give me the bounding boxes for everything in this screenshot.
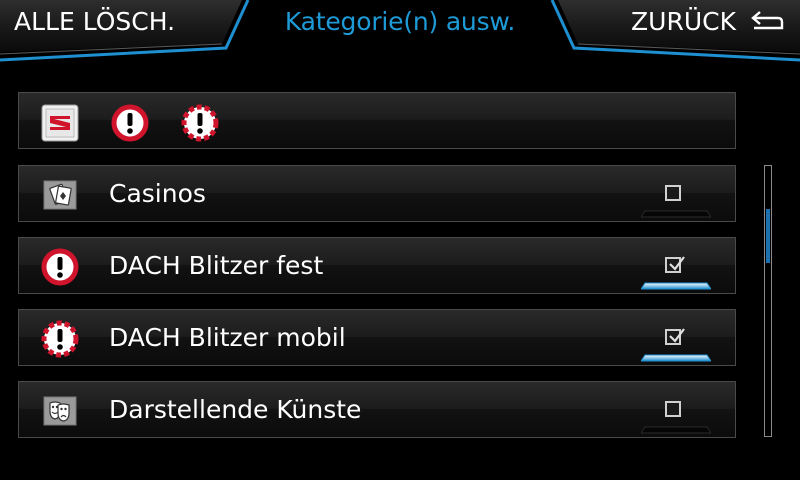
category-label: Darstellende Künste	[109, 395, 362, 424]
selected-categories-bar	[18, 92, 736, 149]
scrollbar-thumb[interactable]	[766, 209, 770, 263]
checkbox-underline	[641, 426, 711, 434]
speed-camera-fixed-icon	[111, 104, 149, 142]
speed-camera-fixed-icon	[41, 248, 79, 286]
checkbox-underline-active	[641, 354, 711, 362]
checkmark-icon	[669, 256, 685, 271]
category-label: DACH Blitzer mobil	[109, 323, 346, 352]
category-row-dach-blitzer-fest[interactable]: DACH Blitzer fest	[18, 237, 736, 294]
back-arrow-icon	[751, 11, 784, 30]
theater-masks-icon	[41, 394, 79, 428]
back-button[interactable]: ZURÜCK	[631, 0, 784, 44]
checkbox-underline-active	[641, 282, 711, 290]
category-label: Casinos	[109, 179, 206, 208]
casino-cards-icon	[41, 178, 79, 212]
back-button-label: ZURÜCK	[631, 7, 736, 36]
speed-camera-mobile-icon	[41, 320, 79, 358]
category-checkbox-checked[interactable]	[665, 256, 685, 273]
category-checkbox[interactable]	[665, 185, 681, 201]
category-row-dach-blitzer-mobil[interactable]: DACH Blitzer mobil	[18, 309, 736, 366]
speed-camera-mobile-icon	[181, 104, 219, 142]
header-bar: ALLE LÖSCH. Kategorie(n) ausw. ZURÜCK	[0, 0, 800, 70]
category-checkbox-checked[interactable]	[665, 328, 685, 345]
category-checkbox[interactable]	[665, 401, 681, 417]
checkbox-underline	[641, 210, 711, 218]
category-row-casinos[interactable]: Casinos	[18, 165, 736, 222]
list-scrollbar[interactable]	[764, 165, 772, 437]
checkmark-icon	[669, 328, 685, 343]
seat-logo-icon	[41, 104, 79, 142]
category-label: DACH Blitzer fest	[109, 251, 324, 280]
category-row-darstellende-kuenste[interactable]: Darstellende Künste	[18, 381, 736, 438]
